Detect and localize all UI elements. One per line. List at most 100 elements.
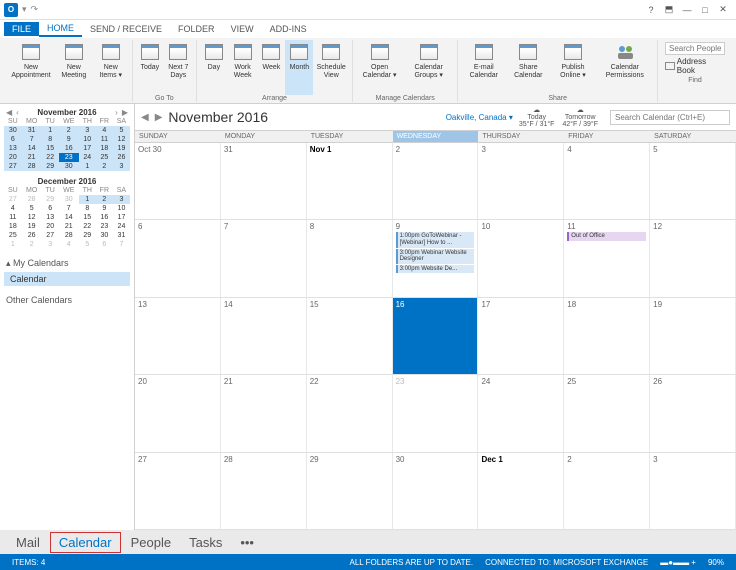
nav-tasks[interactable]: Tasks	[181, 533, 230, 552]
minical-day[interactable]: 12	[22, 213, 42, 222]
minical-day[interactable]: 9	[96, 204, 113, 213]
prev-month-icon[interactable]: ◀	[141, 112, 149, 123]
minical-day[interactable]: 30	[4, 126, 22, 135]
minical-day[interactable]: 30	[59, 162, 79, 171]
week-button[interactable]: Week	[257, 40, 285, 95]
minical-day[interactable]: 10	[79, 135, 96, 144]
calendar-cell[interactable]: 30	[393, 453, 479, 529]
tab-view[interactable]: VIEW	[223, 22, 262, 36]
close-icon[interactable]: ✕	[714, 2, 732, 18]
minical-day[interactable]: 11	[4, 213, 22, 222]
minical-day[interactable]: 25	[96, 153, 113, 162]
minical-day[interactable]: 30	[59, 195, 79, 204]
calendar-cell[interactable]: 17	[478, 298, 564, 374]
calendar-cell[interactable]: 18	[564, 298, 650, 374]
help-icon[interactable]: ?	[642, 2, 660, 18]
minical-day[interactable]: 19	[113, 144, 130, 153]
emailcalendar-button[interactable]: E-mail Calendar	[461, 40, 506, 95]
calendar-event[interactable]: 1:00pm GoToWebinar - [Webinar] How to ..…	[396, 232, 475, 247]
calendar-cell[interactable]: 14	[221, 298, 307, 374]
minical-day[interactable]: 13	[42, 213, 59, 222]
minical-day[interactable]: 26	[113, 153, 130, 162]
minical-prev-icon[interactable]: ◀	[4, 108, 14, 117]
minical-day[interactable]: 4	[4, 204, 22, 213]
minical-day[interactable]: 1	[79, 195, 96, 204]
minical-day[interactable]: 29	[79, 231, 96, 240]
minical-day[interactable]: 6	[96, 240, 113, 249]
calendar-cell[interactable]: 8	[307, 220, 393, 296]
calendar-cell[interactable]: Oct 30	[135, 143, 221, 219]
minical-day[interactable]: 17	[113, 213, 130, 222]
calendar-cell[interactable]: 24	[478, 375, 564, 451]
minical-day[interactable]: 1	[42, 126, 59, 135]
calendar-cell[interactable]: 2	[564, 453, 650, 529]
calendar-cell[interactable]: 27	[135, 453, 221, 529]
minical-day[interactable]: 20	[4, 153, 22, 162]
today-button[interactable]: Today	[136, 40, 164, 95]
minical-day[interactable]: 24	[113, 222, 130, 231]
new-items-button[interactable]: New Items ▾	[93, 40, 129, 102]
tab-home[interactable]: HOME	[39, 21, 82, 37]
calendar-cell[interactable]: 2	[393, 143, 479, 219]
day-button[interactable]: Day	[200, 40, 228, 95]
opencalendar-button[interactable]: Open Calendar ▾	[356, 40, 403, 95]
minical-day[interactable]: 11	[96, 135, 113, 144]
calendar-cell[interactable]: 13	[135, 298, 221, 374]
minical-day[interactable]: 26	[22, 231, 42, 240]
calendar-cell[interactable]: 12	[650, 220, 736, 296]
zoom-slider[interactable]: ▬●▬▬ +	[660, 558, 696, 567]
minical-day[interactable]: 14	[22, 144, 42, 153]
minical-day[interactable]: 29	[42, 195, 59, 204]
minical-day[interactable]: 27	[42, 231, 59, 240]
minical-day[interactable]: 8	[42, 135, 59, 144]
minical-day[interactable]: 9	[59, 135, 79, 144]
minical-day[interactable]: 14	[59, 213, 79, 222]
nav-mail[interactable]: Mail	[8, 533, 48, 552]
next-month-icon[interactable]: ▶	[155, 112, 163, 123]
minical-day[interactable]: 28	[59, 231, 79, 240]
calendar-cell[interactable]: 16	[393, 298, 479, 374]
minical-day[interactable]: 24	[79, 153, 96, 162]
month-button[interactable]: Month	[285, 40, 313, 95]
calendar-event[interactable]: 3:00pm Webinar Website Designer	[396, 249, 475, 264]
calendar-cell[interactable]: 15	[307, 298, 393, 374]
calendar-cell[interactable]: 25	[564, 375, 650, 451]
minical-day[interactable]: 21	[22, 153, 42, 162]
next7days-button[interactable]: Next 7 Days	[164, 40, 193, 95]
minical-day[interactable]: 18	[4, 222, 22, 231]
calendar-event[interactable]: Out of Office	[567, 232, 646, 241]
tab-file[interactable]: FILE	[4, 22, 39, 36]
qat-redo-icon[interactable]: ↷	[31, 4, 39, 15]
minical-day[interactable]: 7	[113, 240, 130, 249]
minical-day[interactable]: 4	[96, 126, 113, 135]
calendar-cell[interactable]: 31	[221, 143, 307, 219]
minical-day[interactable]: 5	[113, 126, 130, 135]
calendar-cell[interactable]: 29	[307, 453, 393, 529]
minical-day[interactable]: 12	[113, 135, 130, 144]
calendargroups-button[interactable]: Calendar Groups ▾	[403, 40, 454, 95]
calendar-item[interactable]: Calendar	[4, 272, 130, 286]
search-people-input[interactable]	[665, 42, 725, 55]
minical-day[interactable]: 25	[4, 231, 22, 240]
minical-day[interactable]: 2	[96, 162, 113, 171]
minical-day[interactable]: 1	[4, 240, 22, 249]
minical-day[interactable]: 31	[113, 231, 130, 240]
calendar-cell[interactable]: 26	[650, 375, 736, 451]
minical-day[interactable]: 10	[113, 204, 130, 213]
minical-day[interactable]: 5	[22, 204, 42, 213]
minical-day[interactable]: 28	[22, 195, 42, 204]
minical-day[interactable]: 22	[79, 222, 96, 231]
minical-day[interactable]: 23	[59, 153, 79, 162]
calendar-event[interactable]: 3:00pm Website De...	[396, 265, 475, 274]
minical-day[interactable]: 4	[59, 240, 79, 249]
minical-day[interactable]: 18	[96, 144, 113, 153]
calendar-cell[interactable]: 3	[478, 143, 564, 219]
new-appointment-button[interactable]: New Appointment	[7, 40, 55, 102]
calendar-grid[interactable]: Oct 3031Nov 1234567891:00pm GoToWebinar …	[135, 143, 736, 530]
minical-day[interactable]: 7	[59, 204, 79, 213]
scheduleview-button[interactable]: Schedule View	[313, 40, 349, 95]
minical-day[interactable]: 6	[42, 204, 59, 213]
minical-day[interactable]: 2	[96, 195, 113, 204]
tab-addins[interactable]: ADD-INS	[262, 22, 315, 36]
calendar-cell[interactable]: 3	[650, 453, 736, 529]
